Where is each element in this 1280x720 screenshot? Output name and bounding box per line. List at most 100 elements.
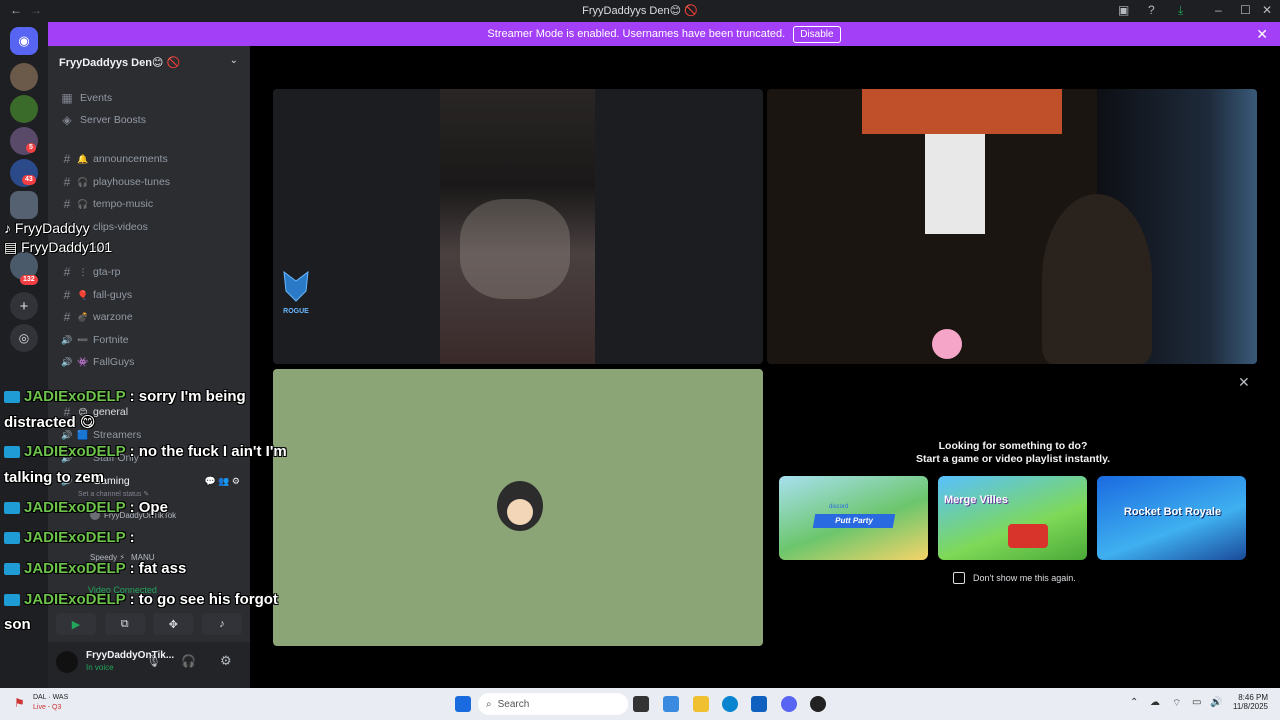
banner-close-icon[interactable]: ✕ (1256, 26, 1268, 43)
disable-button[interactable]: Disable (793, 25, 841, 43)
taskbar: ⚑ DAL · WAS Live - Q3 ⌕ Search ⌃ ☁ ⌔ ▭ 🔊… (0, 688, 1280, 720)
store-icon[interactable] (751, 696, 767, 712)
chat-message: talking to zem (4, 469, 105, 486)
channel-label: gta-rp (93, 266, 121, 278)
maximize-icon[interactable]: ☐ (1240, 3, 1251, 17)
twitch-icon: ▤ (4, 239, 18, 255)
display-icon[interactable]: ▭ (1192, 697, 1201, 708)
twitch-badge-icon (4, 391, 20, 404)
calendar-icon: ▦ (61, 91, 73, 105)
discord-icon[interactable] (781, 696, 797, 712)
video-tile[interactable] (273, 369, 763, 646)
voice-stage: ROGUE ✕ Looking for something to do? Sta… (250, 46, 1280, 688)
streamer-mode-banner: Streamer Mode is enabled. Usernames have… (48, 22, 1280, 46)
widget-line1[interactable]: DAL · WAS (33, 694, 68, 701)
server-icon[interactable] (10, 191, 38, 219)
avatar[interactable] (56, 651, 78, 673)
chat-message: distracted 😋 (4, 414, 96, 431)
hash-icon: # (63, 310, 71, 324)
channel-item[interactable]: # 🎧 playhouse-tunes (58, 173, 242, 191)
channel-label: fall-guys (93, 289, 133, 301)
channel-label: tempo-music (93, 198, 154, 210)
channel-item[interactable]: # 💣 warzone (58, 308, 242, 326)
server-icon[interactable] (10, 63, 38, 91)
channel-item[interactable]: # 🎈 fall-guys (58, 286, 242, 304)
obs-icon[interactable] (810, 696, 826, 712)
channel-label: FallGuys (93, 356, 135, 368)
minimize-icon[interactable]: – (1215, 3, 1222, 17)
help-icon[interactable]: ? (1148, 3, 1155, 17)
channel-label: clips-videos (93, 221, 148, 233)
close-icon[interactable]: ✕ (1262, 3, 1272, 17)
voice-channel-item[interactable]: 🔊 👾 FallGuys (58, 353, 242, 371)
avatar (497, 481, 543, 531)
settings-icon[interactable]: ⚙ (220, 653, 232, 669)
screenshare-icon[interactable]: ⧉ (104, 613, 145, 635)
window-title: FryyDaddyys Den😊 🚫 (582, 5, 698, 17)
sidebar-item-server-boosts[interactable]: ◈ Server Boosts (58, 111, 242, 129)
dont-show-again-row[interactable]: Don't show me this again. (953, 572, 1076, 584)
server-name[interactable]: FryyDaddyys Den😊 🚫 (59, 56, 180, 69)
channel-label: general (93, 406, 129, 418)
game-card-rocket-bot-royale[interactable]: Rocket Bot Royale (1097, 476, 1246, 560)
voice-channel-item[interactable]: 🔊 ➖ Fortnite (58, 331, 242, 349)
start-icon[interactable] (455, 696, 471, 712)
chevron-up-icon[interactable]: ⌃ (1130, 697, 1138, 708)
server-icon[interactable] (10, 95, 38, 123)
task-view-icon[interactable] (633, 696, 649, 712)
alien-icon: 👾 (77, 356, 89, 367)
activity-close-icon[interactable]: ✕ (1238, 374, 1250, 391)
unread-badge: 43 (22, 175, 36, 185)
widget-line2: Live - Q3 (33, 704, 62, 711)
chevron-down-icon[interactable]: ⌄ (230, 55, 238, 66)
discord-home-icon[interactable]: ◉ (10, 27, 38, 55)
game-card-merge-villes[interactable]: Merge Villes (938, 476, 1087, 560)
tiktok-handle: ♪ FryyDaddyy (4, 220, 90, 236)
channel-item[interactable]: # 🎧 tempo-music (58, 195, 242, 213)
chat-message: JADIExoDELP : fat ass (4, 560, 186, 577)
volume-icon[interactable]: 🔊 (1210, 697, 1222, 708)
soundboard-icon[interactable]: ♪ (201, 613, 242, 635)
channel-emoji-icon: 🟦 (77, 429, 89, 440)
video-tile[interactable]: ROGUE (273, 89, 763, 364)
channel-item[interactable]: # ⋮ gta-rp (58, 263, 242, 281)
voice-channel-actions-icon[interactable]: 💬 👥 ⚙ (205, 476, 240, 487)
title-bar: ← → FryyDaddyys Den😊 🚫 ▣ ? ⤓ – ☐ ✕ (0, 0, 1280, 22)
headphones-icon[interactable]: 🎧 (181, 654, 196, 668)
activity-icon[interactable]: ✥ (153, 613, 194, 635)
sidebar-item-events[interactable]: ▦ Events (58, 89, 242, 107)
network-icon[interactable]: ☁ (1150, 697, 1160, 708)
mic-icon[interactable]: 🎙 (146, 654, 161, 668)
headphones-icon: 🎧 (77, 176, 89, 187)
truck-graphic (1008, 524, 1048, 548)
voice-actions: ▶ ⧉ ✥ ♪ (56, 613, 242, 635)
discover-icon[interactable]: ◎ (10, 324, 38, 352)
hash-icon: # (63, 265, 71, 279)
download-icon[interactable]: ⤓ (1178, 3, 1183, 18)
clock[interactable]: 8:46 PM 11/8/2025 (1230, 693, 1268, 711)
speaker-icon: 🔊 (61, 429, 73, 440)
chat-message: JADIExoDELP : (4, 529, 135, 546)
twitch-handle: ▤ FryyDaddy101 (4, 239, 113, 255)
camera-icon[interactable]: ▶ (56, 613, 96, 635)
taskbar-search[interactable]: ⌕ Search (478, 693, 628, 715)
add-server-icon[interactable]: + (10, 292, 38, 320)
camera-feed (440, 89, 595, 364)
voice-channel-status[interactable]: Set a channel status ✎ (78, 490, 149, 498)
banner-message: Streamer Mode is enabled. Usernames have… (487, 28, 786, 40)
room-banner (862, 89, 1062, 134)
rogue-logo: ROGUE (281, 269, 311, 317)
inbox-icon[interactable]: ▣ (1118, 3, 1129, 17)
copilot-icon[interactable] (663, 696, 679, 712)
chat-message: JADIExoDELP : Ope (4, 499, 168, 516)
checkbox[interactable] (953, 572, 965, 584)
activity-title: Looking for something to do? (938, 440, 1088, 452)
edge-icon[interactable] (722, 696, 738, 712)
video-tile[interactable] (767, 89, 1257, 364)
channel-label: Streamers (93, 429, 142, 441)
game-card-putt-party[interactable]: Putt Party discord (779, 476, 928, 560)
channel-item[interactable]: # 🔔 announcements (58, 150, 242, 168)
file-explorer-icon[interactable] (693, 696, 709, 712)
channel-emoji-icon: ⋮ (78, 266, 88, 277)
wifi-icon[interactable]: ⌔ (1172, 697, 1181, 710)
